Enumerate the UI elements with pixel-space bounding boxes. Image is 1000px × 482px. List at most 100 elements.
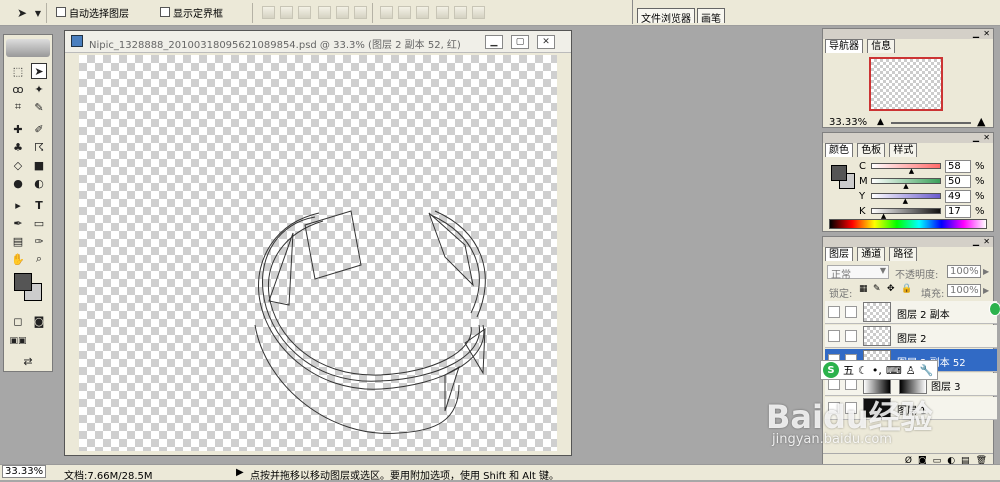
align-vcenter-icon[interactable] — [280, 6, 293, 19]
distribute-top-icon[interactable] — [380, 6, 393, 19]
align-hcenter-icon[interactable] — [336, 6, 349, 19]
jump-to-imageready-icon[interactable]: ⇄ — [20, 353, 36, 369]
marquee-tool-icon[interactable]: ⬚ — [10, 63, 26, 79]
distribute-right-icon[interactable] — [472, 6, 485, 19]
gradient-tool-icon[interactable]: ■ — [31, 157, 47, 173]
close-icon[interactable]: ✕ — [983, 237, 990, 246]
close-button[interactable]: ✕ — [537, 35, 555, 49]
channel-c-value[interactable]: 58 — [945, 160, 971, 173]
distribute-left-icon[interactable] — [436, 6, 449, 19]
auto-select-checkbox[interactable] — [56, 7, 66, 17]
opacity-chevron-icon[interactable]: ▶ — [983, 267, 989, 276]
blur-tool-icon[interactable]: ● — [10, 175, 26, 191]
visibility-toggle[interactable] — [828, 306, 840, 318]
move-arrow-icon[interactable]: ➤ — [14, 5, 30, 21]
chevron-down-icon[interactable]: ▼ — [30, 5, 46, 21]
tab-paths[interactable]: 路径 — [889, 247, 918, 261]
tab-styles[interactable]: 样式 — [889, 143, 918, 157]
blend-mode-select[interactable]: 正常 ▼ — [827, 265, 889, 281]
hand-tool-icon[interactable]: ✋ — [10, 251, 26, 267]
channel-k-slider[interactable]: ▲ — [871, 208, 941, 220]
magic-wand-icon[interactable]: ✦ — [31, 81, 47, 97]
channel-m-slider[interactable]: ▲ — [871, 178, 941, 190]
close-icon[interactable]: ✕ — [983, 133, 990, 142]
fill-value[interactable]: 100% — [947, 284, 981, 297]
quickmask-mode-icon[interactable]: ◙ — [31, 313, 47, 329]
zoom-slider[interactable] — [891, 122, 971, 124]
dodge-tool-icon[interactable]: ◐ — [31, 175, 47, 191]
lasso-tool-icon[interactable]: ꝏ — [10, 81, 26, 97]
align-right-icon[interactable] — [354, 6, 367, 19]
channel-m-value[interactable]: 50 — [945, 175, 971, 188]
distribute-vcenter-icon[interactable] — [398, 6, 411, 19]
minimize-icon[interactable]: ▁ — [973, 29, 979, 38]
tab-navigator[interactable]: 导航器 — [825, 39, 863, 53]
slice-tool-icon[interactable]: ✎ — [31, 99, 47, 115]
clone-stamp-icon[interactable]: ♣ — [10, 139, 26, 155]
link-toggle[interactable] — [845, 330, 857, 342]
image-canvas[interactable] — [79, 55, 557, 451]
wrench-icon[interactable]: 🔧 — [920, 364, 934, 377]
tab-color[interactable]: 颜色 — [825, 143, 853, 157]
eraser-tool-icon[interactable]: ◇ — [10, 157, 26, 173]
notes-tool-icon[interactable]: ▤ — [10, 233, 26, 249]
zoom-out-icon[interactable]: ▲ — [877, 117, 884, 127]
channel-c-slider[interactable]: ▲ — [871, 163, 941, 175]
layer-row[interactable]: 图层 2 副本 — [825, 301, 997, 324]
channel-y-slider[interactable]: ▲ — [871, 193, 941, 205]
layer-row[interactable]: 图层 2 — [825, 325, 997, 348]
tab-file-browser[interactable]: 文件浏览器 — [637, 8, 695, 25]
foreground-color-swatch[interactable] — [14, 273, 32, 291]
ime-mode[interactable]: 五 — [843, 362, 854, 378]
lock-position-icon[interactable]: ✥ — [887, 284, 895, 294]
tab-channels[interactable]: 通道 — [857, 247, 886, 261]
punctuation-icon[interactable]: •, — [872, 364, 882, 377]
slider-marker-icon[interactable]: ▲ — [903, 182, 908, 190]
color-fg-swatch[interactable] — [831, 165, 847, 181]
opacity-value[interactable]: 100% — [947, 265, 981, 278]
maximize-button[interactable]: ▢ — [511, 35, 529, 49]
channel-y-value[interactable]: 49 — [945, 190, 971, 203]
fill-chevron-icon[interactable]: ▶ — [983, 286, 989, 295]
slider-marker-icon[interactable]: ▲ — [903, 197, 908, 205]
moon-icon[interactable]: ☾ — [858, 364, 868, 377]
link-toggle[interactable] — [845, 306, 857, 318]
spectrum-bar[interactable] — [829, 219, 987, 229]
document-titlebar[interactable]: Nipic_1328888_20100318095621089854.psd @… — [65, 31, 571, 53]
show-bounds-checkbox[interactable] — [160, 7, 170, 17]
user-icon[interactable]: ♙ — [906, 364, 916, 377]
status-arrow-icon[interactable]: ▶ — [236, 467, 244, 478]
path-select-icon[interactable]: ▸ — [10, 197, 26, 213]
keyboard-icon[interactable]: ⌨ — [886, 364, 902, 377]
standard-mode-icon[interactable]: ◻ — [10, 313, 26, 329]
lock-all-icon[interactable]: 🔒 — [901, 284, 912, 294]
distribute-hcenter-icon[interactable] — [454, 6, 467, 19]
navigator-zoom[interactable]: 33.33% — [829, 117, 867, 128]
scroll-handle-icon[interactable] — [989, 302, 1000, 316]
tab-layers[interactable]: 图层 — [825, 247, 853, 261]
navigator-preview[interactable] — [869, 57, 943, 111]
tab-brushes[interactable]: 画笔 — [697, 8, 725, 25]
status-zoom[interactable]: 33.33% — [2, 465, 47, 478]
minimize-button[interactable]: ▁ — [485, 35, 503, 49]
visibility-toggle[interactable] — [828, 330, 840, 342]
close-icon[interactable]: ✕ — [983, 29, 990, 38]
align-bottom-icon[interactable] — [298, 6, 311, 19]
crop-tool-icon[interactable]: ⌗ — [10, 99, 26, 115]
healing-brush-icon[interactable]: ✚ — [10, 121, 26, 137]
minimize-icon[interactable]: ▁ — [973, 237, 979, 246]
distribute-bottom-icon[interactable] — [416, 6, 429, 19]
zoom-tool-icon[interactable]: ⌕ — [31, 251, 47, 267]
shape-tool-icon[interactable]: ▭ — [31, 215, 47, 231]
history-brush-icon[interactable]: ☈ — [31, 139, 47, 155]
tab-info[interactable]: 信息 — [867, 39, 896, 53]
sogou-logo-icon[interactable]: S — [823, 362, 839, 378]
brush-tool-icon[interactable]: ✐ — [31, 121, 47, 137]
zoom-in-icon[interactable]: ▲ — [977, 115, 985, 128]
slider-marker-icon[interactable]: ▲ — [909, 167, 914, 175]
screen-mode-icon[interactable]: ▣▣ — [10, 333, 27, 349]
move-tool-icon[interactable]: ➤ — [31, 63, 47, 79]
lock-image-icon[interactable]: ✎ — [873, 284, 881, 294]
align-left-icon[interactable] — [318, 6, 331, 19]
pen-tool-icon[interactable]: ✒ — [10, 215, 26, 231]
